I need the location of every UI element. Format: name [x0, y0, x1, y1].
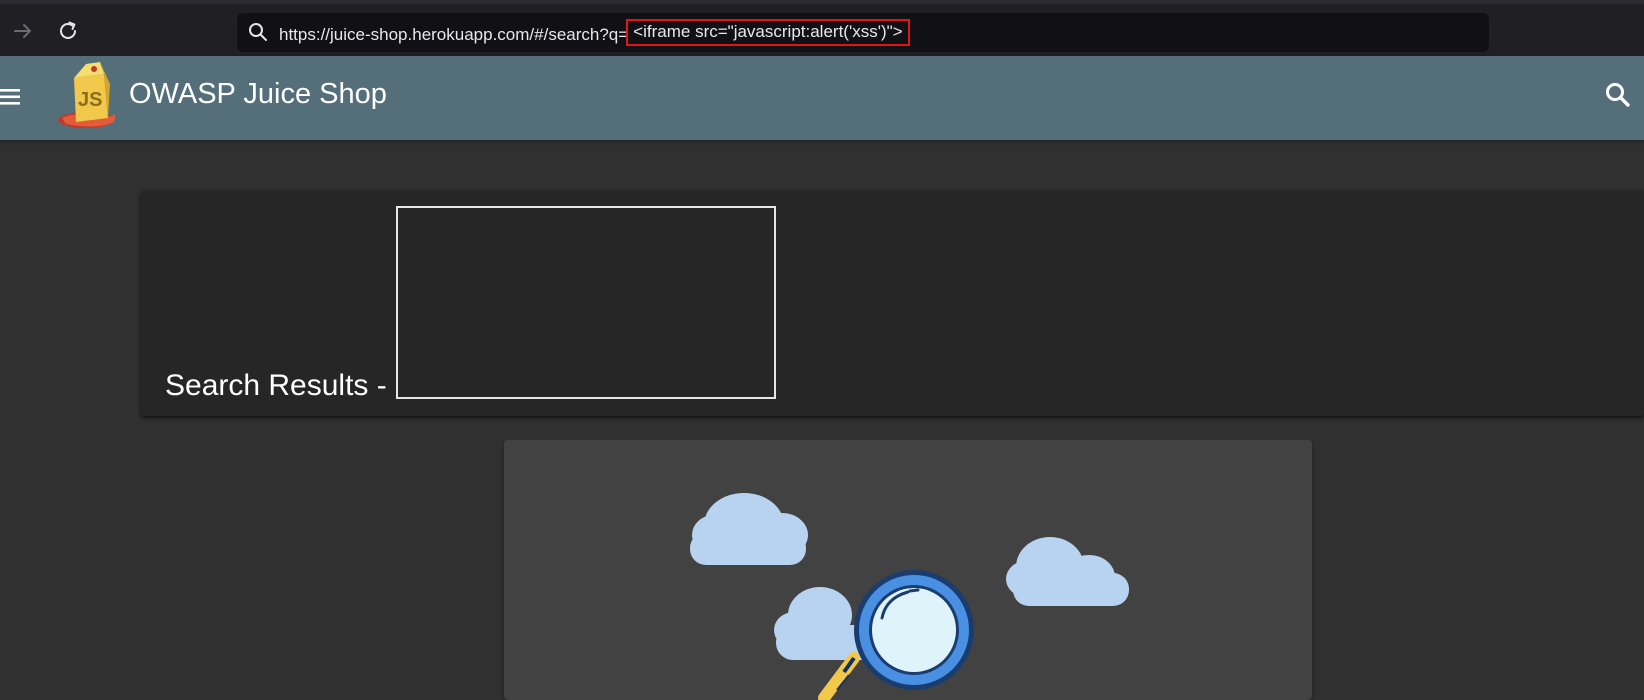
cloud-icon: [1006, 537, 1129, 606]
hamburger-menu-icon[interactable]: [0, 86, 22, 108]
url-prefix: https://juice-shop.herokuapp.com/#/searc…: [279, 25, 629, 44]
reload-icon: [60, 21, 76, 39]
svg-text:JS: JS: [78, 89, 102, 111]
app-toolbar: JS OWASP Juice Shop: [0, 56, 1644, 140]
search-icon[interactable]: [1603, 80, 1633, 110]
arrow-right-icon: [14, 24, 31, 38]
search-results-card: Search Results -: [141, 191, 1644, 416]
forward-button[interactable]: [6, 14, 40, 48]
browser-bar: https://juice-shop.herokuapp.com/#/searc…: [0, 0, 1644, 56]
juice-shop-logo[interactable]: JS: [56, 60, 122, 132]
no-results-illustration: [690, 493, 1129, 700]
url-query-highlight: <iframe src="javascript:alert('xss')">: [626, 19, 910, 46]
url-text: https://juice-shop.herokuapp.com/#/searc…: [279, 19, 910, 49]
app-title[interactable]: OWASP Juice Shop: [129, 78, 387, 111]
reload-button[interactable]: [51, 14, 85, 48]
injected-iframe[interactable]: [396, 206, 776, 399]
search-results-heading: Search Results -: [165, 369, 387, 402]
no-results-card: [504, 440, 1312, 700]
cloud-icon: [690, 493, 808, 565]
search-icon: [249, 23, 267, 41]
address-bar[interactable]: https://juice-shop.herokuapp.com/#/searc…: [237, 13, 1489, 52]
